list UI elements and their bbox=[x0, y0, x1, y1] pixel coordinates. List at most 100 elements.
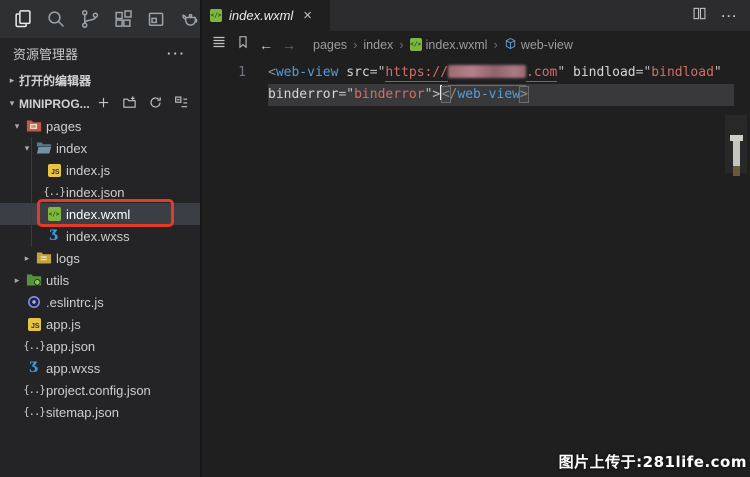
teapot-icon[interactable] bbox=[180, 9, 200, 30]
tree-item-logs[interactable]: ▸ logs bbox=[0, 247, 200, 269]
code-token-str: bindload bbox=[651, 65, 714, 80]
code-token-op: " bbox=[714, 65, 722, 80]
breadcrumb: pages › index › </> index.wxml › web-vie… bbox=[313, 37, 573, 53]
code-token-op: "> bbox=[425, 87, 441, 102]
split-editor-icon[interactable] bbox=[692, 6, 707, 26]
tree-item-project-config-json[interactable]: {..}project.config.json bbox=[0, 379, 200, 401]
chevron-right-icon[interactable]: ▸ bbox=[10, 275, 24, 286]
scrollbar-thumb[interactable] bbox=[733, 141, 740, 166]
explorer-header: 资源管理器 ··· bbox=[0, 38, 200, 68]
tree-item-label: logs bbox=[54, 251, 80, 266]
wxss-icon: Ʒ bbox=[24, 362, 44, 375]
wxss-icon: Ʒ bbox=[44, 230, 64, 243]
outline-list-icon[interactable] bbox=[211, 34, 227, 55]
tree-item-label: project.config.json bbox=[44, 383, 151, 398]
editor-toolbar: ← → pages › index › </> index.wxml › web… bbox=[202, 31, 750, 58]
tree-item-label: sitemap.json bbox=[44, 405, 119, 420]
tree-item-utils[interactable]: ▸ utils bbox=[0, 269, 200, 291]
tab-label: index.wxml bbox=[229, 8, 293, 23]
open-editors-section[interactable]: ▸ 打开的编辑器 bbox=[0, 68, 200, 92]
chevron-down-icon[interactable]: ▾ bbox=[10, 121, 24, 132]
explorer-title: 资源管理器 bbox=[13, 44, 78, 63]
tree-item-label: .eslintrc.js bbox=[44, 295, 104, 310]
breadcrumb-item-index-wxml[interactable]: </> index.wxml bbox=[410, 38, 488, 52]
code-token-attr: bindload bbox=[573, 65, 636, 80]
bookmark-icon[interactable] bbox=[236, 35, 250, 54]
code-token-punct: < bbox=[268, 65, 276, 80]
code-line-1[interactable]: <web-view src="https://.com" bindload="b… bbox=[268, 62, 750, 84]
explorer-more-icon[interactable]: ··· bbox=[167, 46, 186, 61]
code-token-op: =" bbox=[636, 65, 652, 80]
watermark-text: 图片上传于:281life.com bbox=[559, 451, 747, 472]
folder-utils-icon bbox=[24, 274, 44, 286]
eslint-icon bbox=[24, 295, 44, 309]
code-token-attr: src bbox=[346, 65, 369, 80]
overview-ruler-marker bbox=[733, 166, 740, 176]
tree-item-index-wxss[interactable]: Ʒindex.wxss bbox=[0, 225, 200, 247]
code-token-attr: binderror bbox=[268, 87, 338, 102]
search-icon[interactable] bbox=[46, 9, 66, 30]
breadcrumb-separator: › bbox=[399, 37, 403, 52]
breadcrumb-item-web-view[interactable]: web-view bbox=[504, 37, 573, 53]
files-icon[interactable] bbox=[13, 9, 33, 30]
tree-item-index[interactable]: ▾index bbox=[0, 137, 200, 159]
tree-item-app-wxss[interactable]: Ʒapp.wxss bbox=[0, 357, 200, 379]
wxml-icon: </> bbox=[44, 207, 64, 221]
new-folder-icon[interactable] bbox=[122, 95, 137, 113]
code-area[interactable]: 1 <web-view src="https://.com" bindload=… bbox=[202, 58, 750, 477]
back-arrow-icon[interactable]: ← bbox=[259, 38, 273, 52]
project-name-label: MINIPROG... bbox=[19, 97, 90, 111]
collapse-all-icon[interactable] bbox=[174, 95, 189, 113]
chevron-down-icon: ▾ bbox=[5, 98, 19, 109]
wxml-file-icon: </> bbox=[410, 38, 422, 51]
folder-open-icon bbox=[34, 142, 54, 154]
chevron-right-icon[interactable]: ▸ bbox=[20, 253, 34, 264]
editor-area: </> index.wxml × ··· ← → pages › index ›… bbox=[202, 0, 750, 477]
folder-logs-icon bbox=[34, 252, 54, 264]
code-token-op: =" bbox=[370, 65, 386, 80]
symbol-cube-icon bbox=[504, 37, 517, 53]
tab-bar: </> index.wxml × ··· bbox=[202, 0, 750, 31]
code-line-2-current[interactable]: binderror="binderror"></web-view> bbox=[268, 84, 734, 106]
tree-item--eslintrc-js[interactable]: .eslintrc.js bbox=[0, 291, 200, 313]
tree-item-label: index.wxss bbox=[64, 229, 130, 244]
indent-guide bbox=[31, 137, 32, 247]
tree-item-sitemap-json[interactable]: {..}sitemap.json bbox=[0, 401, 200, 423]
open-editors-label: 打开的编辑器 bbox=[19, 72, 91, 89]
code-token-match: < bbox=[442, 87, 450, 102]
tab-index-wxml[interactable]: </> index.wxml × bbox=[202, 0, 330, 31]
tree-item-index-wxml[interactable]: </>index.wxml bbox=[0, 203, 200, 225]
breadcrumb-item-pages[interactable]: pages bbox=[313, 38, 347, 52]
source-control-icon[interactable] bbox=[80, 9, 100, 30]
wechat-devtools-window: 资源管理器 ··· ▸ 打开的编辑器 ▾ MINIPROG... ▾pages▾… bbox=[0, 0, 750, 477]
editor-actions: ··· bbox=[692, 0, 739, 31]
close-icon[interactable]: × bbox=[303, 8, 312, 23]
tree-item-index-js[interactable]: JSindex.js bbox=[0, 159, 200, 181]
layout-icon[interactable] bbox=[146, 9, 166, 30]
tree-item-pages[interactable]: ▾pages bbox=[0, 115, 200, 137]
code-token-tag: web-view bbox=[276, 65, 339, 80]
more-actions-icon[interactable]: ··· bbox=[722, 9, 739, 23]
code-token-tag: web-view bbox=[457, 87, 520, 102]
code-token-strlink: .com bbox=[526, 65, 557, 82]
new-file-icon[interactable] bbox=[96, 95, 111, 113]
tree-item-label: utils bbox=[44, 273, 69, 288]
extensions-icon[interactable] bbox=[113, 9, 133, 30]
redacted-url-blur bbox=[448, 62, 526, 86]
refresh-icon[interactable] bbox=[148, 95, 163, 113]
tree-item-app-json[interactable]: {..}app.json bbox=[0, 335, 200, 357]
sidebar: 资源管理器 ··· ▸ 打开的编辑器 ▾ MINIPROG... ▾pages▾… bbox=[0, 0, 200, 477]
project-section-header[interactable]: ▾ MINIPROG... bbox=[0, 92, 200, 115]
tree-item-app-js[interactable]: JSapp.js bbox=[0, 313, 200, 335]
folder-pages-icon bbox=[24, 120, 44, 132]
tree-item-label: index.wxml bbox=[64, 207, 130, 222]
code-token-op: =" bbox=[338, 87, 354, 102]
project-actions bbox=[96, 95, 200, 113]
json-icon: {..} bbox=[44, 186, 64, 198]
tree-item-index-json[interactable]: {..}index.json bbox=[0, 181, 200, 203]
breadcrumb-item-index[interactable]: index bbox=[363, 38, 393, 52]
code-token-plain bbox=[565, 65, 573, 80]
breadcrumb-separator: › bbox=[493, 37, 497, 52]
code-token-op: " bbox=[557, 65, 565, 80]
forward-arrow-icon[interactable]: → bbox=[282, 38, 296, 52]
